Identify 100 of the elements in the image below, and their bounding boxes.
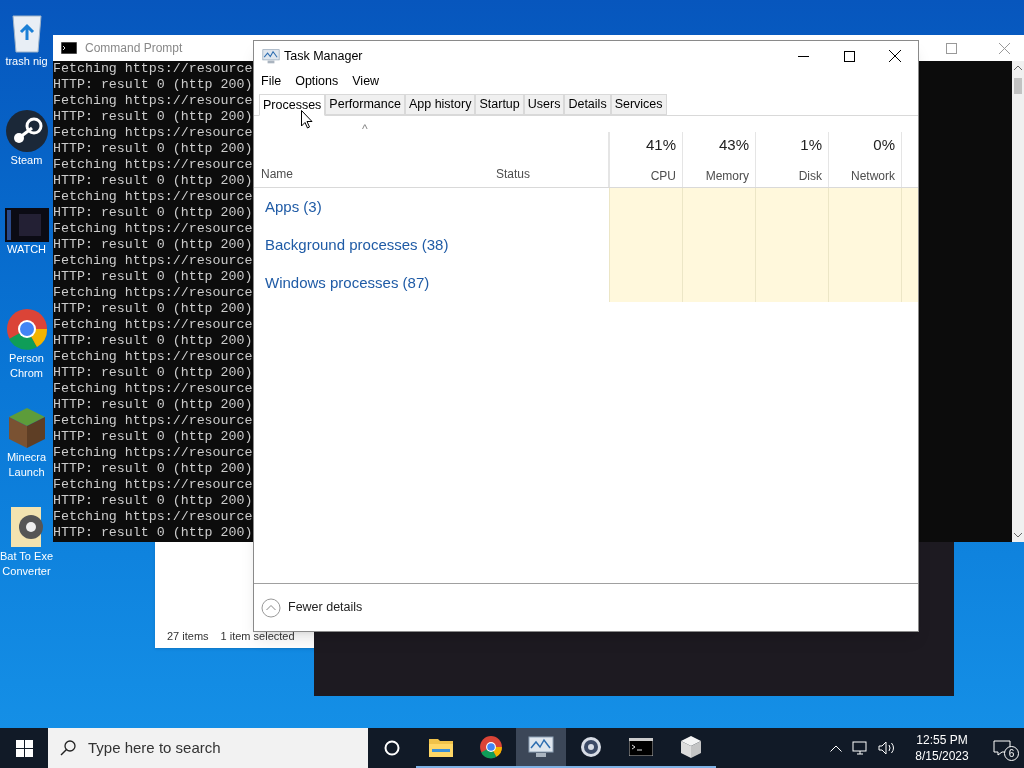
console-line: Fetching https://resource — [53, 509, 253, 525]
console-line: Fetching https://resource — [53, 285, 253, 301]
console-line: HTTP: result 0 (http 200) — [53, 269, 253, 285]
console-line: Fetching https://resource — [53, 477, 253, 493]
desktop-icon-label[interactable]: Person — [9, 351, 44, 366]
fewer-details-link[interactable]: Fewer details — [288, 598, 363, 617]
column-label: Status — [496, 166, 531, 183]
desktop-icon-label[interactable]: Minecra — [6, 450, 47, 465]
usage-percent: 1% — [800, 135, 822, 155]
console-line: Fetching https://resource — [53, 445, 253, 461]
tab[interactable]: Processes — [259, 94, 326, 116]
video-thumbnail-icon — [4, 208, 49, 242]
chevron-up-icon[interactable] — [830, 744, 842, 752]
search-field[interactable]: Type here to search — [48, 728, 368, 768]
close-icon — [889, 50, 901, 62]
window-title: Command Prompt — [85, 40, 183, 57]
column-header[interactable]: 43% Memory — [682, 132, 755, 187]
console-line: Fetching https://resource — [53, 93, 253, 109]
date-text: 8/15/2023 — [915, 748, 969, 764]
console-line: Fetching https://resource — [53, 381, 253, 397]
taskbar-app[interactable] — [516, 728, 566, 768]
console-line: HTTP: result 0 (http 200) — [53, 141, 253, 157]
console-line: HTTP: result 0 (http 200) — [53, 493, 253, 509]
monitor-chart-icon — [262, 48, 280, 64]
tab[interactable]: Details — [564, 94, 611, 115]
notification-count: 6 — [1004, 746, 1019, 761]
grass-block-icon — [6, 406, 47, 450]
scroll-down-icon[interactable] — [1014, 533, 1022, 538]
group-header[interactable]: Windows processes (87) — [265, 271, 430, 295]
console-line: Fetching https://resource — [53, 61, 253, 77]
desktop-icon-label[interactable]: trash nig — [5, 54, 48, 69]
maximize-icon — [843, 50, 855, 62]
chrome-logo-icon — [479, 735, 503, 759]
speech-bubble-icon — [993, 740, 1011, 756]
column-label: Network — [851, 168, 895, 185]
column-label: Name — [261, 166, 293, 183]
desktop-icon-label[interactable]: Launch — [8, 465, 45, 480]
tab[interactable]: Startup — [475, 94, 524, 115]
cube-icon — [680, 735, 702, 759]
steam-logo-icon — [4, 109, 49, 153]
usage-percent: 0% — [873, 135, 895, 155]
folder-icon — [429, 737, 453, 757]
console-line: HTTP: result 0 (http 200) — [53, 461, 253, 477]
column-header[interactable]: 1% Disk — [755, 132, 828, 187]
scrollbar-thumb[interactable] — [1014, 78, 1022, 94]
usage-percent: 43% — [718, 135, 749, 155]
time-text: 12:55 PM — [916, 732, 968, 748]
column-header[interactable]: 0% Network — [828, 132, 901, 187]
scroll-up-icon[interactable] — [1014, 65, 1022, 70]
tab[interactable]: Users — [523, 94, 565, 115]
volume-icon[interactable] — [878, 741, 896, 755]
console-line: Fetching https://resource — [53, 125, 253, 141]
menu-item[interactable]: View — [352, 71, 380, 91]
console-line: Fetching https://resource — [53, 349, 253, 365]
tab[interactable]: Performance — [325, 94, 405, 115]
console-icon — [629, 738, 653, 756]
mouse-cursor-icon — [301, 110, 313, 129]
desktop-icon-label[interactable]: WATCH — [6, 242, 47, 257]
console-line: Fetching https://resource — [53, 253, 253, 269]
desktop-icon-label[interactable]: Bat To Exe — [0, 549, 53, 564]
tab[interactable]: App history — [404, 94, 476, 115]
console-line: HTTP: result 0 (http 200) — [53, 397, 253, 413]
minimize-icon — [797, 55, 809, 57]
column-header[interactable]: 41% CPU — [609, 132, 682, 187]
console-line: HTTP: result 0 (http 200) — [53, 429, 253, 445]
group-header[interactable]: Background processes (38) — [265, 233, 449, 257]
console-line: HTTP: result 0 (http 200) — [53, 301, 253, 317]
console-line: Fetching https://resource — [53, 317, 253, 333]
maximize-icon[interactable] — [946, 42, 957, 54]
desktop-icon-label[interactable]: Steam — [10, 153, 43, 168]
scrollbar[interactable] — [1012, 61, 1024, 542]
status-text: 1 item selected — [220, 628, 295, 644]
column-header[interactable]: Status — [489, 132, 609, 187]
console-line: Fetching https://resource — [53, 189, 253, 205]
console-line: HTTP: result 0 (http 200) — [53, 333, 253, 349]
desktop-icon-label[interactable]: Converter — [2, 564, 51, 579]
window-title: Task Manager — [284, 47, 363, 65]
notification-button[interactable]: 6 — [980, 728, 1024, 768]
menu-item[interactable]: Options — [295, 71, 339, 91]
console-line: HTTP: result 0 (http 200) — [53, 525, 253, 541]
chrome-logo-icon — [4, 307, 49, 351]
console-line: HTTP: result 0 (http 200) — [53, 365, 253, 381]
column-label: Disk — [798, 168, 822, 185]
column-label: CPU — [650, 168, 676, 185]
search-icon — [60, 740, 76, 756]
group-header[interactable]: Apps (3) — [265, 195, 322, 219]
status-text: 27 items — [167, 628, 209, 644]
console-line: HTTP: result 0 (http 200) — [53, 77, 253, 93]
clock[interactable]: 12:55 PM 8/15/2023 — [904, 728, 980, 768]
desktop-icon-label[interactable]: Chrom — [10, 366, 43, 381]
usage-percent: 41% — [645, 135, 676, 155]
network-icon[interactable] — [852, 741, 868, 755]
column-label: Memory — [705, 168, 749, 185]
tab[interactable]: Services — [610, 94, 667, 115]
console-line: HTTP: result 0 (http 200) — [53, 205, 253, 221]
windows-logo-icon — [15, 739, 33, 757]
close-icon[interactable] — [999, 42, 1010, 54]
console-line: HTTP: result 0 (http 200) — [53, 109, 253, 125]
sort-indicator: ^ — [362, 121, 368, 138]
menu-item[interactable]: File — [261, 71, 282, 91]
